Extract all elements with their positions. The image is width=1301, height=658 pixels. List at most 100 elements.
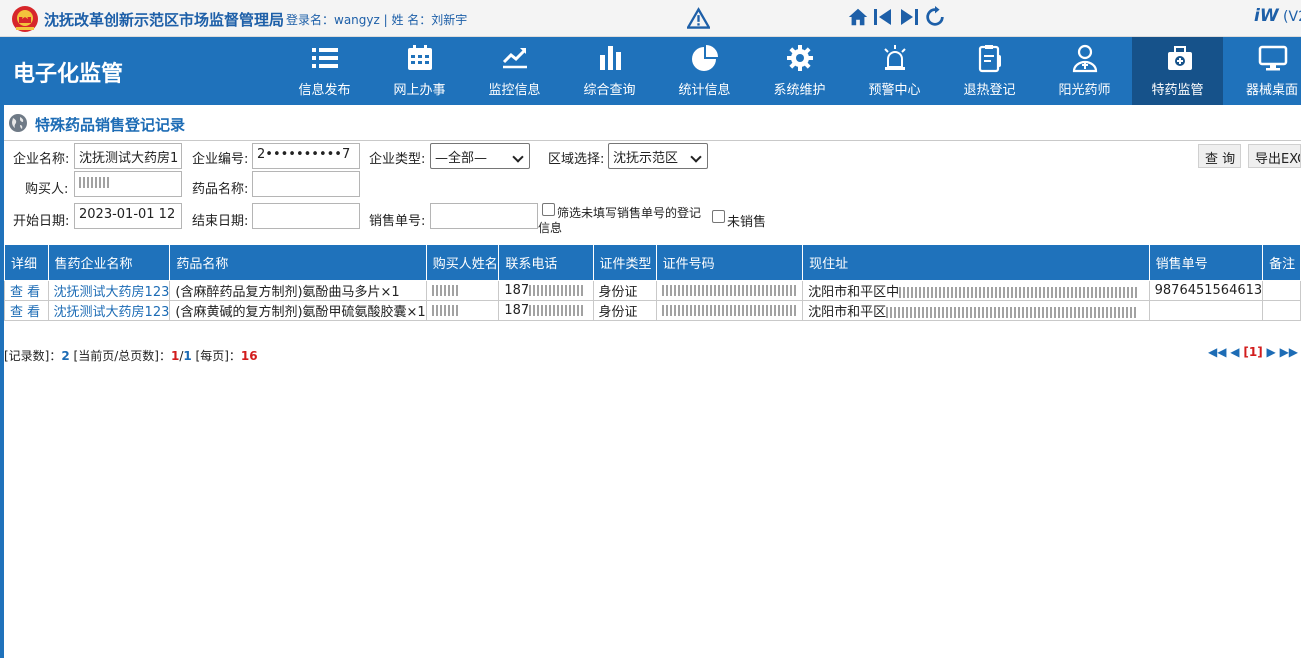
menu-item-sunshine-pharmacist[interactable]: 阳光药师: [1037, 37, 1132, 105]
table-row: 查 看 沈抚测试大药房123 (含麻黄碱的复方制剂)氨酚甲硫氨酸胶囊×1 187…: [4, 300, 1301, 321]
pagination-summary: [记录数]：2 [当前页/总页数]：1/1 [每页]：16: [4, 349, 258, 363]
masked-text: [529, 305, 585, 316]
column-header: 详细: [4, 244, 49, 281]
prev-page-icon[interactable]: ◀: [1230, 345, 1239, 359]
drug-name-input[interactable]: [252, 171, 360, 197]
company-type-select[interactable]: —全部—: [430, 143, 530, 169]
masked-text: [899, 287, 1140, 298]
next-icon[interactable]: [898, 6, 920, 28]
gear-icon: [787, 45, 813, 71]
masked-text: [661, 285, 797, 296]
menu-label: 系统维护: [773, 83, 826, 98]
table-header-row: 详细 售药企业名称 药品名称 购买人姓名 联系电话 证件类型 证件号码 现住址 …: [4, 244, 1301, 281]
buyer-label: 购买人:: [25, 182, 69, 197]
id-type-cell: 身份证: [592, 280, 657, 301]
menu-item-statistics[interactable]: 统计信息: [657, 37, 752, 105]
company-link[interactable]: 沈抚测试大药房123: [54, 305, 169, 320]
query-button[interactable]: 查 询: [1198, 144, 1241, 168]
masked-text: [431, 305, 458, 316]
doctor-icon: [1072, 44, 1098, 73]
per-page-count: 16: [240, 349, 258, 363]
total-pages: 1: [183, 349, 192, 363]
version-label: (V2: [1283, 9, 1301, 25]
per-page-label: [每页]：: [191, 349, 241, 363]
version-badge: iW (V2: [1254, 6, 1301, 26]
menu-item-device-desktop[interactable]: 器械桌面: [1226, 37, 1301, 105]
records-label: [记录数]：: [4, 349, 62, 363]
menu-item-general-query[interactable]: 综合查询: [562, 37, 657, 105]
last-page-icon[interactable]: ▶▶: [1280, 345, 1298, 359]
previous-icon[interactable]: [872, 6, 894, 28]
company-name-label: 企业名称:: [13, 152, 70, 167]
left-border: [0, 105, 4, 658]
table-row: 查 看 沈抚测试大药房123 (含麻醉药品复方制剂)氨酚曲马多片×1 187 身…: [4, 280, 1301, 301]
id-type-cell: 身份证: [592, 300, 657, 321]
buyer-input[interactable]: [74, 171, 182, 197]
column-header: 药品名称: [169, 244, 427, 281]
drug-cell: (含麻黄碱的复方制剂)氨酚甲硫氨酸胶囊×1: [169, 300, 427, 321]
logo-iw: iW: [1254, 6, 1279, 26]
brand-title: 电子化监管: [13, 62, 124, 87]
sale-no-cell: [1148, 300, 1264, 321]
company-link[interactable]: 沈抚测试大药房123: [54, 285, 169, 300]
home-icon[interactable]: [846, 6, 868, 28]
menu-item-monitor-info[interactable]: 监控信息: [467, 37, 562, 105]
region-select[interactable]: 沈抚示范区: [608, 143, 708, 169]
menu-item-system-maintenance[interactable]: 系统维护: [752, 37, 847, 105]
view-detail-link[interactable]: 查 看: [10, 285, 40, 300]
address-cell: 沈阳市和平区中: [802, 280, 1150, 301]
start-date-input[interactable]: 2023-01-01 12: [74, 203, 182, 229]
section-header: 特殊药品销售登记记录: [4, 105, 1301, 141]
pagination-nav: ◀◀ ◀ [1] ▶ ▶▶ 第: [1208, 343, 1301, 360]
company-code-input[interactable]: 2••••••••••7: [252, 143, 360, 169]
next-page-icon[interactable]: ▶: [1267, 345, 1276, 359]
first-page-icon[interactable]: ◀◀: [1208, 345, 1226, 359]
masked-text: [661, 305, 797, 316]
column-header: 购买人姓名: [425, 244, 500, 281]
drug-cell: (含麻醉药品复方制剂)氨酚曲马多片×1: [169, 280, 427, 301]
column-header: 备注: [1262, 244, 1301, 281]
page-label: [当前页/总页数]：: [69, 349, 171, 363]
column-header: 现住址: [802, 244, 1150, 281]
buyer-cell: [425, 280, 500, 301]
company-name-input[interactable]: 沈抚测试大药房1: [74, 143, 182, 169]
phone-cell: 187: [498, 300, 594, 321]
drug-name-label: 药品名称:: [192, 182, 249, 197]
filter-unfilled-checkbox[interactable]: [542, 203, 555, 216]
sale-no-input[interactable]: [430, 203, 538, 229]
records-count: 2: [61, 349, 70, 363]
company-code-label: 企业编号:: [192, 152, 249, 167]
view-detail-link[interactable]: 查 看: [10, 305, 40, 320]
current-page-marker[interactable]: [1]: [1243, 345, 1262, 359]
menu-label: 网上办事: [393, 83, 446, 98]
filter-unfilled-label: 筛选未填写销售单号的登记: [557, 206, 702, 220]
menu-item-alert-center[interactable]: 预警中心: [847, 37, 942, 105]
warning-icon[interactable]: [687, 7, 710, 29]
end-date-input[interactable]: [252, 203, 360, 229]
menu-item-online-service[interactable]: 网上办事: [372, 37, 467, 105]
id-number-cell: [655, 300, 804, 321]
column-header: 联系电话: [498, 244, 594, 281]
nav-icon-group: [846, 5, 946, 29]
page-title: 特殊药品销售登记记录: [35, 116, 186, 134]
menu-item-info-publish[interactable]: 信息发布: [277, 37, 372, 105]
company-type-label: 企业类型:: [369, 152, 426, 167]
end-date-label: 结束日期:: [192, 214, 249, 229]
menu-label: 阳光药师: [1058, 83, 1111, 98]
column-header: 售药企业名称: [47, 244, 171, 281]
id-number-cell: [655, 280, 804, 301]
menu-item-fever-register[interactable]: 退热登记: [942, 37, 1037, 105]
menu-label: 特药监管: [1151, 83, 1204, 98]
export-excel-button[interactable]: 导出EXCEL: [1248, 144, 1301, 168]
menu-item-special-drug-supervision[interactable]: 特药监管: [1132, 37, 1223, 105]
unsold-checkbox[interactable]: [712, 210, 725, 223]
refresh-icon[interactable]: [924, 6, 946, 28]
clipboard-thermometer-icon: [978, 45, 1001, 73]
menu-label: 监控信息: [488, 83, 541, 98]
menu-label: 器械桌面: [1246, 83, 1299, 98]
sales-record-table: 详细 售药企业名称 药品名称 购买人姓名 联系电话 证件类型 证件号码 现住址 …: [4, 244, 1301, 321]
national-emblem-icon: [12, 6, 38, 32]
masked-text: [886, 307, 1137, 318]
column-header: 证件类型: [592, 244, 657, 281]
top-bar: 沈抚改革创新示范区市场监督管理局 登录名：wangyz | 姓 名：刘新宇 iW…: [0, 0, 1301, 37]
